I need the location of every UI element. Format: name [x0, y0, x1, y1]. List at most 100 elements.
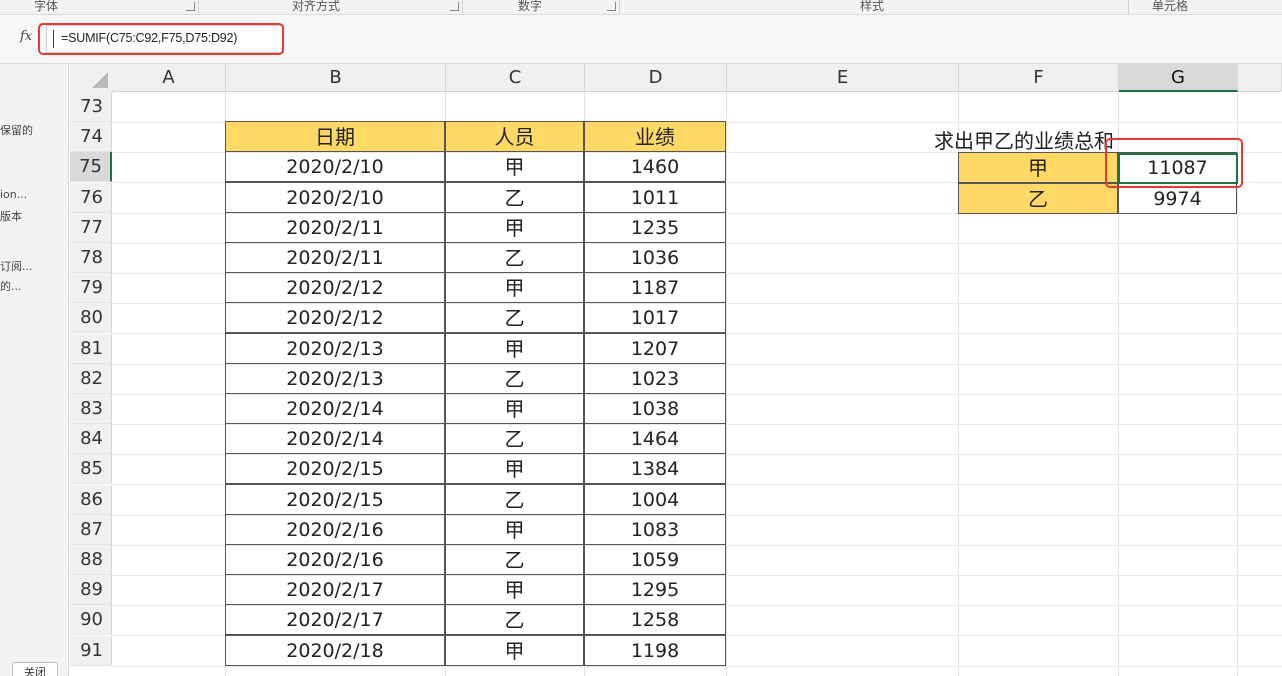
person-cell[interactable]: 甲: [445, 393, 584, 424]
performance-cell[interactable]: 1083: [584, 514, 726, 545]
performance-cell[interactable]: 1464: [584, 423, 726, 454]
summary-name-cell[interactable]: 甲: [958, 152, 1118, 183]
performance-cell[interactable]: 1187: [584, 272, 726, 303]
row-header[interactable]: 81: [70, 334, 112, 364]
date-cell[interactable]: 2020/2/10: [225, 182, 445, 213]
performance-cell[interactable]: 1235: [584, 212, 726, 243]
row-header[interactable]: 89: [70, 575, 112, 605]
column-header-h[interactable]: [1238, 64, 1282, 92]
column-header-d[interactable]: D: [585, 64, 727, 92]
row-header[interactable]: 79: [70, 273, 112, 303]
person-cell[interactable]: 甲: [445, 333, 584, 364]
column-header-e[interactable]: E: [727, 64, 959, 92]
performance-cell[interactable]: 1011: [584, 182, 726, 213]
person-cell[interactable]: 乙: [445, 604, 584, 635]
row-header[interactable]: 83: [70, 394, 112, 424]
row-header[interactable]: 90: [70, 605, 112, 635]
person-cell[interactable]: 甲: [445, 514, 584, 545]
performance-cell[interactable]: 1460: [584, 151, 726, 182]
date-cell[interactable]: 2020/2/18: [225, 635, 445, 666]
person-cell[interactable]: 乙: [445, 544, 584, 575]
row-header[interactable]: 82: [70, 364, 112, 394]
person-cell[interactable]: 乙: [445, 423, 584, 454]
font-dialog-launcher-icon[interactable]: [186, 2, 195, 11]
date-cell[interactable]: 2020/2/13: [225, 363, 445, 394]
person-cell[interactable]: 乙: [445, 242, 584, 273]
row-header[interactable]: 75: [70, 152, 112, 182]
row-header[interactable]: 77: [70, 213, 112, 243]
select-all-triangle-icon: [92, 72, 108, 88]
date-cell[interactable]: 2020/2/12: [225, 302, 445, 333]
person-cell[interactable]: 甲: [445, 151, 584, 182]
column-header-b[interactable]: B: [226, 64, 446, 92]
performance-cell[interactable]: 1017: [584, 302, 726, 333]
ribbon-group-cells: 单元格: [1152, 0, 1189, 13]
row-header[interactable]: 80: [70, 303, 112, 333]
date-cell[interactable]: 2020/2/10: [225, 151, 445, 182]
person-cell[interactable]: 乙: [445, 484, 584, 515]
date-cell[interactable]: 2020/2/11: [225, 212, 445, 243]
row-header[interactable]: 84: [70, 424, 112, 454]
side-panel-item[interactable]: 订阅...: [0, 258, 33, 274]
table-header-cell[interactable]: 业绩: [584, 121, 726, 152]
person-cell[interactable]: 甲: [445, 635, 584, 666]
row-header[interactable]: 87: [70, 515, 112, 545]
performance-cell[interactable]: 1198: [584, 635, 726, 666]
column-header-f[interactable]: F: [959, 64, 1119, 92]
person-cell[interactable]: 甲: [445, 574, 584, 605]
person-cell[interactable]: 乙: [445, 302, 584, 333]
performance-cell[interactable]: 1384: [584, 453, 726, 484]
performance-cell[interactable]: 1038: [584, 393, 726, 424]
row-header[interactable]: 88: [70, 545, 112, 575]
date-cell[interactable]: 2020/2/17: [225, 604, 445, 635]
performance-cell[interactable]: 1258: [584, 604, 726, 635]
performance-cell[interactable]: 1207: [584, 333, 726, 364]
date-cell[interactable]: 2020/2/17: [225, 574, 445, 605]
person-cell[interactable]: 甲: [445, 453, 584, 484]
row-header[interactable]: 74: [70, 122, 112, 152]
side-panel: 保留的 ion... 版本 订阅... 的... 关闭: [0, 64, 69, 676]
date-cell[interactable]: 2020/2/14: [225, 423, 445, 454]
date-cell[interactable]: 2020/2/15: [225, 453, 445, 484]
gridline: [726, 92, 727, 676]
table-header-cell[interactable]: 人员: [445, 121, 584, 152]
column-header-g[interactable]: G: [1119, 64, 1238, 92]
date-cell[interactable]: 2020/2/16: [225, 544, 445, 575]
row-header[interactable]: 78: [70, 243, 112, 273]
select-all-corner[interactable]: [70, 64, 113, 93]
date-cell[interactable]: 2020/2/14: [225, 393, 445, 424]
side-panel-item[interactable]: 的...: [0, 278, 22, 294]
person-cell[interactable]: 乙: [445, 182, 584, 213]
table-header-cell[interactable]: 日期: [225, 121, 445, 152]
alignment-dialog-launcher-icon[interactable]: [450, 2, 459, 11]
row-header[interactable]: 85: [70, 454, 112, 484]
column-header-a[interactable]: A: [112, 64, 226, 92]
date-cell[interactable]: 2020/2/11: [225, 242, 445, 273]
performance-cell[interactable]: 1295: [584, 574, 726, 605]
row-header[interactable]: 73: [70, 92, 112, 122]
summary-name-cell[interactable]: 乙: [958, 183, 1118, 214]
person-cell[interactable]: 甲: [445, 212, 584, 243]
person-cell[interactable]: 乙: [445, 363, 584, 394]
performance-cell[interactable]: 1004: [584, 484, 726, 515]
person-cell[interactable]: 甲: [445, 272, 584, 303]
row-header[interactable]: 86: [70, 485, 112, 515]
date-cell[interactable]: 2020/2/16: [225, 514, 445, 545]
side-panel-item[interactable]: ion...: [0, 188, 27, 201]
ribbon-group-font: 字体: [34, 0, 59, 13]
close-button[interactable]: 关闭: [12, 662, 58, 676]
performance-cell[interactable]: 1023: [584, 363, 726, 394]
date-cell[interactable]: 2020/2/15: [225, 484, 445, 515]
row-header[interactable]: 76: [70, 183, 112, 213]
performance-cell[interactable]: 1036: [584, 242, 726, 273]
date-cell[interactable]: 2020/2/12: [225, 272, 445, 303]
date-cell[interactable]: 2020/2/13: [225, 333, 445, 364]
insert-function-icon[interactable]: fx: [20, 29, 32, 44]
column-header-c[interactable]: C: [446, 64, 585, 92]
side-panel-item[interactable]: 版本: [0, 208, 22, 224]
row-header[interactable]: 91: [70, 636, 112, 666]
number-dialog-launcher-icon[interactable]: [607, 2, 616, 11]
side-panel-item[interactable]: 保留的: [0, 122, 33, 138]
performance-cell[interactable]: 1059: [584, 544, 726, 575]
ribbon-group-alignment: 对齐方式: [292, 0, 341, 13]
